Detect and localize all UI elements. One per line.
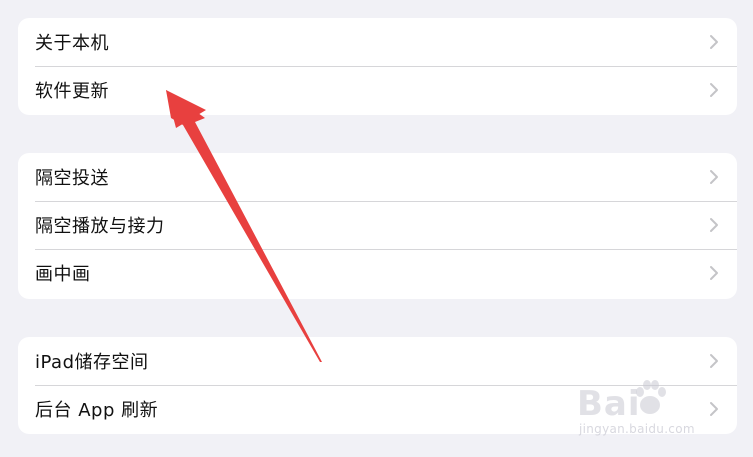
row-picture-in-picture[interactable]: 画中画 (18, 249, 737, 297)
settings-group-continuity: 隔空投送 隔空播放与接力 画中画 (18, 153, 737, 299)
row-software-update[interactable]: 软件更新 (18, 66, 737, 114)
settings-group-general-top: 关于本机 软件更新 (18, 18, 737, 115)
row-ipad-storage-label: iPad储存空间 (35, 352, 149, 373)
chevron-right-icon (708, 169, 720, 185)
row-airdrop[interactable]: 隔空投送 (18, 153, 737, 201)
baidu-watermark: Bai jingyan.baidu.com (577, 378, 717, 440)
chevron-right-icon (708, 82, 720, 98)
watermark-url: jingyan.baidu.com (579, 422, 695, 436)
row-about-label: 关于本机 (35, 33, 109, 54)
row-airdrop-label: 隔空投送 (35, 168, 109, 189)
row-software-update-label: 软件更新 (35, 81, 109, 102)
row-picture-in-picture-label: 画中画 (35, 264, 91, 285)
chevron-right-icon (708, 265, 720, 281)
chevron-right-icon (708, 217, 720, 233)
chevron-right-icon (708, 353, 720, 369)
paw-icon (636, 380, 666, 414)
row-airplay-handoff-label: 隔空播放与接力 (35, 216, 165, 237)
watermark-logo: Bai (577, 384, 641, 424)
chevron-right-icon (708, 34, 720, 50)
row-about[interactable]: 关于本机 (18, 18, 737, 66)
row-background-app-refresh-label: 后台 App 刷新 (35, 400, 159, 421)
row-airplay-handoff[interactable]: 隔空播放与接力 (18, 201, 737, 249)
